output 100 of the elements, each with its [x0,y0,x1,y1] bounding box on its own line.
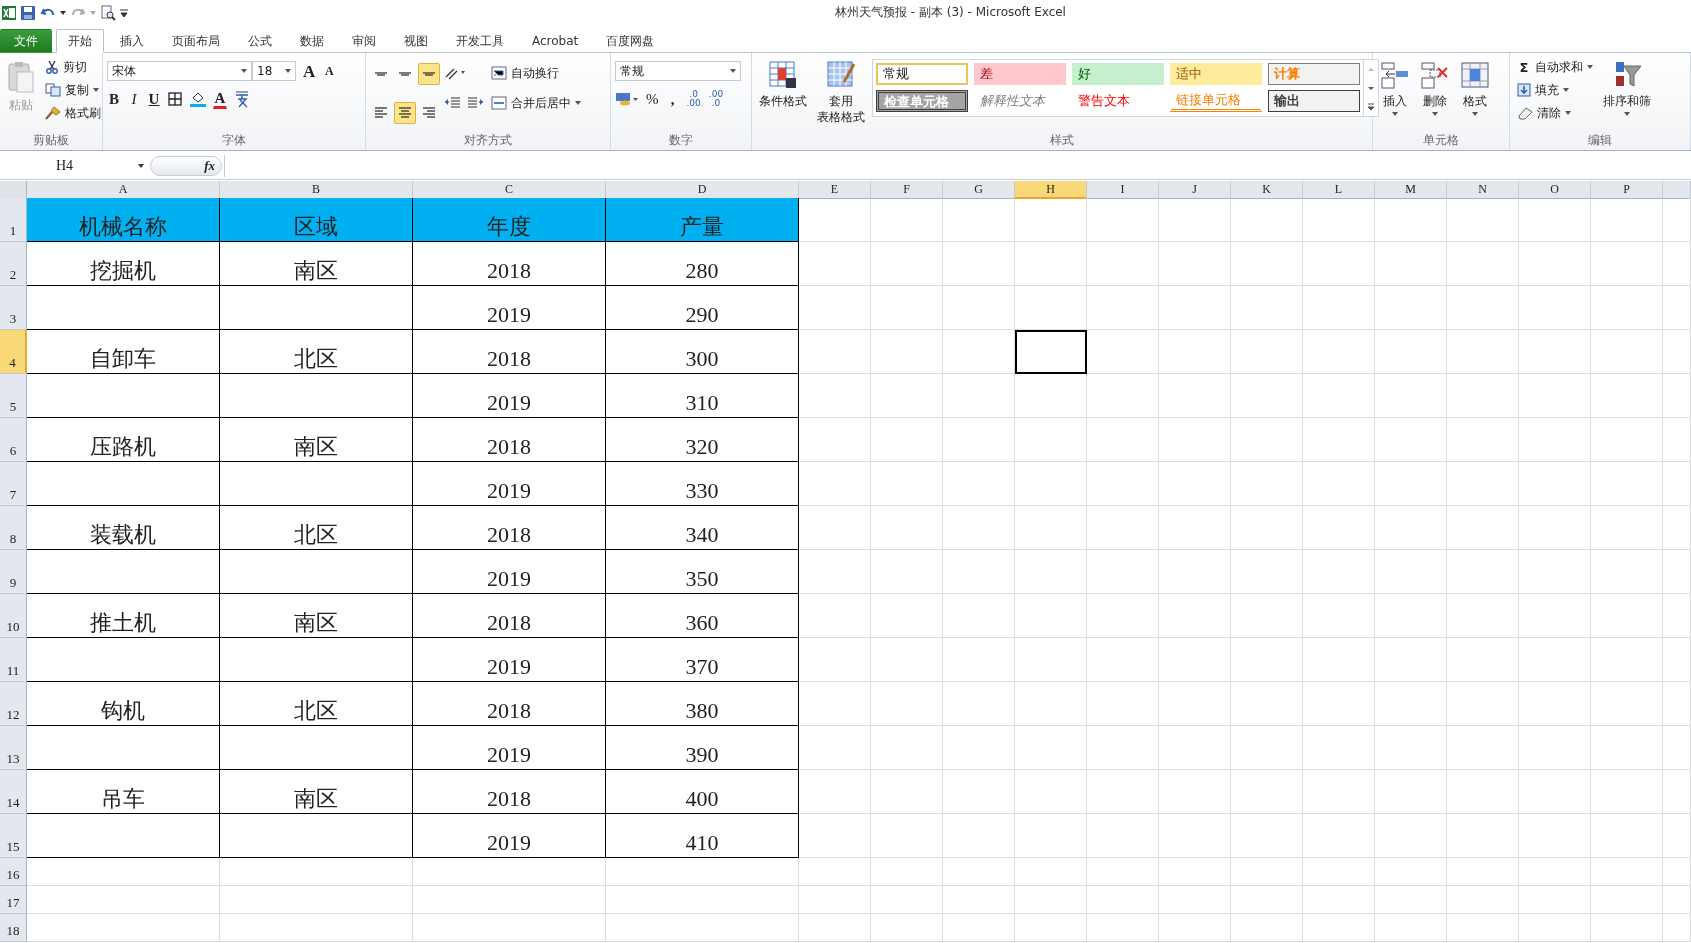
ribbon-tab[interactable]: 审阅 [340,29,388,53]
grid-cell[interactable] [1303,770,1375,814]
grid-cell[interactable] [1015,550,1087,594]
grid-cell[interactable] [943,638,1015,682]
clipboard-button[interactable]: 格式刷 [42,103,104,123]
grid-cell[interactable] [1303,594,1375,638]
grid-cell[interactable] [1591,374,1663,418]
grid-cell[interactable] [799,198,871,242]
grid-cell[interactable] [1591,242,1663,286]
grid-cell[interactable] [1015,286,1087,330]
save-icon[interactable] [20,4,36,21]
grid-cell[interactable] [1303,418,1375,462]
grid-cell[interactable] [413,858,606,886]
cell-action-button[interactable]: 删除 [1417,57,1453,132]
row-header[interactable]: 7 [0,462,27,506]
ribbon-tab[interactable]: 公式 [236,29,284,53]
grid-cell[interactable] [1375,198,1447,242]
grid-cell[interactable] [1663,198,1691,242]
grid-cell[interactable] [1447,726,1519,770]
row-header[interactable]: 16 [0,858,27,886]
grid-cell[interactable] [871,770,943,814]
currency-icon[interactable] [615,91,639,107]
grid-cell[interactable] [799,330,871,374]
grid-cell[interactable] [220,858,413,886]
grid-cell[interactable] [871,638,943,682]
grid-cell[interactable] [1519,858,1591,886]
phonetic-guide-icon[interactable] [233,90,251,108]
sort-filter-button[interactable]: 排序和筛 [1600,57,1654,132]
active-cell[interactable] [1015,330,1087,374]
column-header[interactable]: I [1087,181,1159,199]
grid-cell[interactable] [1159,858,1231,886]
grid-cell[interactable] [1519,914,1591,942]
grid-cell[interactable] [1231,594,1303,638]
grid-cell[interactable] [871,682,943,726]
grid-cell[interactable] [799,506,871,550]
grid-cell[interactable] [799,462,871,506]
column-header[interactable]: M [1375,181,1447,199]
grid-cell[interactable] [1663,726,1691,770]
grid-cell[interactable] [799,726,871,770]
grid-cell[interactable] [1375,418,1447,462]
grid-cell[interactable] [943,506,1015,550]
grid-cell[interactable] [1591,330,1663,374]
column-header[interactable]: F [871,181,943,199]
cell-style-option[interactable]: 常规 [876,63,968,85]
grid-cell[interactable] [1303,814,1375,858]
grid-cell[interactable] [871,374,943,418]
grid-cell[interactable] [1303,858,1375,886]
grid-cell[interactable] [1015,462,1087,506]
grid-cell[interactable] [799,374,871,418]
grid-cell[interactable] [1447,914,1519,942]
grid-cell[interactable] [1015,682,1087,726]
grid-cell[interactable] [1591,550,1663,594]
column-header[interactable]: N [1447,181,1519,199]
ribbon-tab[interactable]: 开发工具 [444,29,516,53]
select-all-corner[interactable] [0,181,27,199]
grid-cell[interactable] [1447,682,1519,726]
grid-cell[interactable] [1087,506,1159,550]
grow-font-button[interactable]: A [302,61,317,81]
grid-cell[interactable] [871,594,943,638]
column-header[interactable] [1663,181,1691,199]
grid-cell[interactable] [1015,506,1087,550]
grid-cell[interactable] [799,914,871,942]
grid-cell[interactable] [1663,286,1691,330]
grid-cell[interactable] [1447,858,1519,886]
grid-cell[interactable] [1663,374,1691,418]
grid-cell[interactable] [1663,682,1691,726]
grid-cell[interactable] [413,886,606,914]
grid-cell[interactable] [1375,594,1447,638]
ribbon-tab[interactable]: 插入 [108,29,156,53]
grid-cell[interactable] [1087,418,1159,462]
borders-icon[interactable] [167,91,183,107]
grid-cell[interactable] [799,886,871,914]
row-header[interactable]: 12 [0,682,27,726]
fill-color-icon[interactable] [189,90,207,108]
grid-cell[interactable] [1015,858,1087,886]
grid-cell[interactable] [1591,858,1663,886]
grid-cell[interactable] [1375,858,1447,886]
grid-cell[interactable] [799,682,871,726]
column-header[interactable]: L [1303,181,1375,199]
grid-cell[interactable] [1303,682,1375,726]
row-header[interactable]: 5 [0,374,27,418]
editing-button[interactable]: 填充 [1514,80,1596,100]
grid-cell[interactable] [27,858,220,886]
grid-cell[interactable] [1663,770,1691,814]
grid-cell[interactable] [1231,374,1303,418]
font-style-button[interactable]: U [147,89,161,109]
grid-cell[interactable] [943,242,1015,286]
grid-cell[interactable] [1087,770,1159,814]
grid-cell[interactable] [871,858,943,886]
font-color-button[interactable]: A [213,89,227,109]
grid-cell[interactable] [1663,418,1691,462]
grid-cell[interactable] [1159,682,1231,726]
grid-cell[interactable] [1447,770,1519,814]
grid-cell[interactable] [943,770,1015,814]
grid-cell[interactable] [1591,814,1663,858]
row-header[interactable]: 8 [0,506,27,550]
row-header[interactable]: 1 [0,198,27,242]
grid-cell[interactable] [1519,374,1591,418]
grid-cell[interactable] [1375,462,1447,506]
grid-cell[interactable] [1519,242,1591,286]
